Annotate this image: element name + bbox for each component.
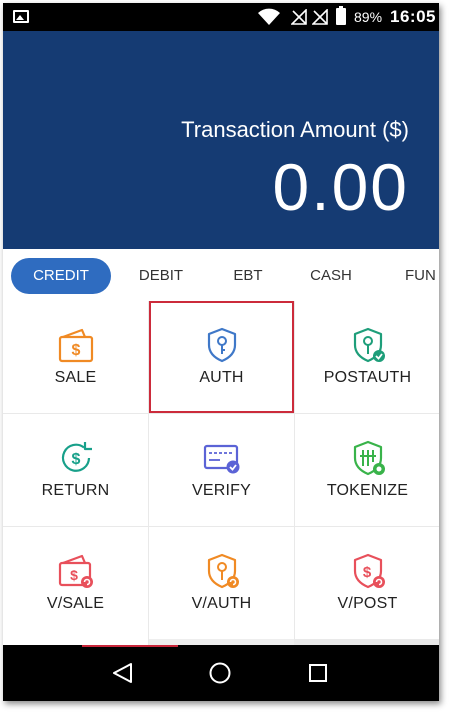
wallet-void-icon: $ [58,554,93,588]
sale-label: SALE [54,369,97,386]
shield-key-icon [207,327,236,363]
auth-button[interactable]: AUTH [149,301,294,413]
gallery-icon [13,10,29,23]
tab-fun[interactable]: FUN [395,258,439,294]
shield-key-void-icon [207,553,239,589]
tokenize-label: TOKENIZE [326,482,409,499]
navigation-bar [3,645,439,701]
transaction-grid: $ SALE AUTH POSTAUTH $ RETURN VERIFY TOK… [3,301,439,645]
void-sale-label: V/SALE [46,595,105,612]
status-bar: 89% 16:05 [3,3,439,31]
void-sale-button[interactable]: $ V/SALE [3,527,148,639]
amount-header: Transaction Amount ($) 0.00 [3,31,439,249]
auth-label: AUTH [199,369,244,386]
void-auth-label: V/AUTH [191,595,252,612]
svg-text:$: $ [362,564,371,581]
wifi-icon [258,8,280,25]
back-icon[interactable] [111,661,135,685]
clock: 16:05 [390,7,436,26]
tab-cash[interactable]: CASH [299,258,363,294]
battery-percent: 89% [354,9,383,25]
tokenize-button[interactable]: TOKENIZE [295,414,439,526]
return-label: RETURN [41,482,110,499]
amount-label: Transaction Amount ($) [181,117,409,142]
sale-button[interactable]: $ SALE [3,301,148,413]
amount-value[interactable]: 0.00 [273,149,409,225]
tab-ebt[interactable]: EBT [221,258,275,294]
wallet-dollar-icon: $ [58,328,93,363]
svg-text:$: $ [70,567,78,583]
home-icon[interactable] [208,661,232,685]
payment-type-tabs: CREDIT DEBIT EBT CASH FUN [3,249,439,301]
verify-label: VERIFY [192,482,251,499]
card-check-icon [203,444,239,474]
recent-apps-icon[interactable] [308,663,328,683]
void-post-label: V/POST [337,595,398,612]
shield-key-check-icon [353,327,385,363]
void-post-button[interactable]: $ V/POST [295,527,439,639]
svg-text:$: $ [71,451,80,468]
tab-credit[interactable]: CREDIT [11,258,111,294]
refund-dollar-icon: $ [61,442,92,472]
battery-icon [336,6,346,25]
postauth-label: POSTAUTH [323,369,412,386]
void-auth-button[interactable]: V/AUTH [149,527,294,639]
signal-off-icon [312,9,328,25]
verify-button[interactable]: VERIFY [149,414,294,526]
signal-off-icon [291,9,307,25]
return-button[interactable]: $ RETURN [3,414,148,526]
tab-debit[interactable]: DEBIT [129,258,193,294]
shield-dollar-void-icon: $ [353,553,385,589]
scroll-indicator [82,645,178,647]
svg-text:$: $ [71,342,80,359]
device-screen: 89% 16:05 Transaction Amount ($) 0.00 CR… [3,3,439,701]
postauth-button[interactable]: POSTAUTH [295,301,439,413]
shield-chip-icon [353,440,385,476]
